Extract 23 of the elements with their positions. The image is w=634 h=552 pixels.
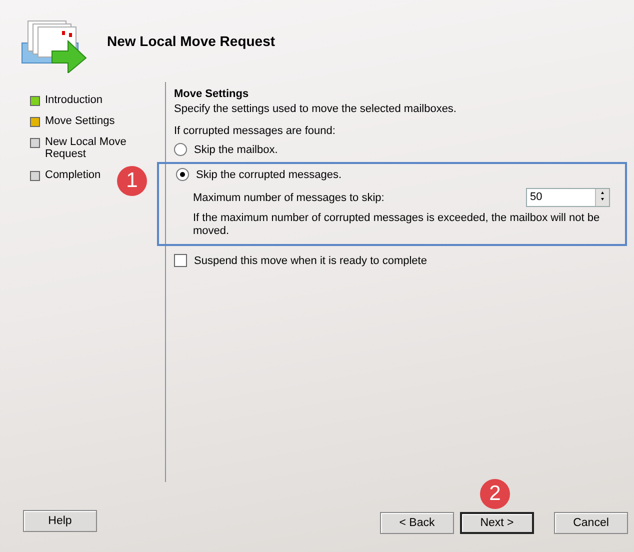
- section-heading: Move Settings: [174, 88, 250, 100]
- step-label: New Local Move Request: [45, 136, 128, 160]
- step-label: Introduction: [45, 94, 102, 106]
- wizard-button[interactable]: Next >: [460, 512, 534, 534]
- callout-badge: 2: [480, 479, 510, 509]
- option-prompt: If corrupted messages are found:: [174, 125, 336, 137]
- note-text: If the maximum number of corrupted messages is exceeded, the mailbox will not be moved.: [192, 212, 601, 238]
- wizard-button[interactable]: Cancel: [554, 512, 628, 534]
- wizard-title: New Local Move Request: [107, 33, 276, 49]
- radio-label[interactable]: Skip the mailbox.: [194, 144, 278, 156]
- checkbox[interactable]: [174, 254, 187, 267]
- callout-badge: 1: [117, 166, 147, 196]
- wizard-button[interactable]: < Back: [380, 512, 454, 534]
- section-description: Specify the settings used to move the selected mailboxes.: [174, 103, 458, 115]
- wizard-button[interactable]: Help: [23, 510, 97, 532]
- radio-button[interactable]: [174, 143, 187, 156]
- radio-label[interactable]: Skip the corrupted messages.: [196, 168, 342, 180]
- step-label: Move Settings: [45, 115, 115, 127]
- checkbox-label[interactable]: Suspend this move when it is ready to complete: [194, 254, 427, 266]
- radio-button[interactable]: [176, 168, 189, 181]
- field-label: Maximum number of messages to skip:: [193, 192, 384, 204]
- step-label: Completion: [45, 169, 101, 181]
- number-spinner[interactable]: 50: [526, 188, 610, 207]
